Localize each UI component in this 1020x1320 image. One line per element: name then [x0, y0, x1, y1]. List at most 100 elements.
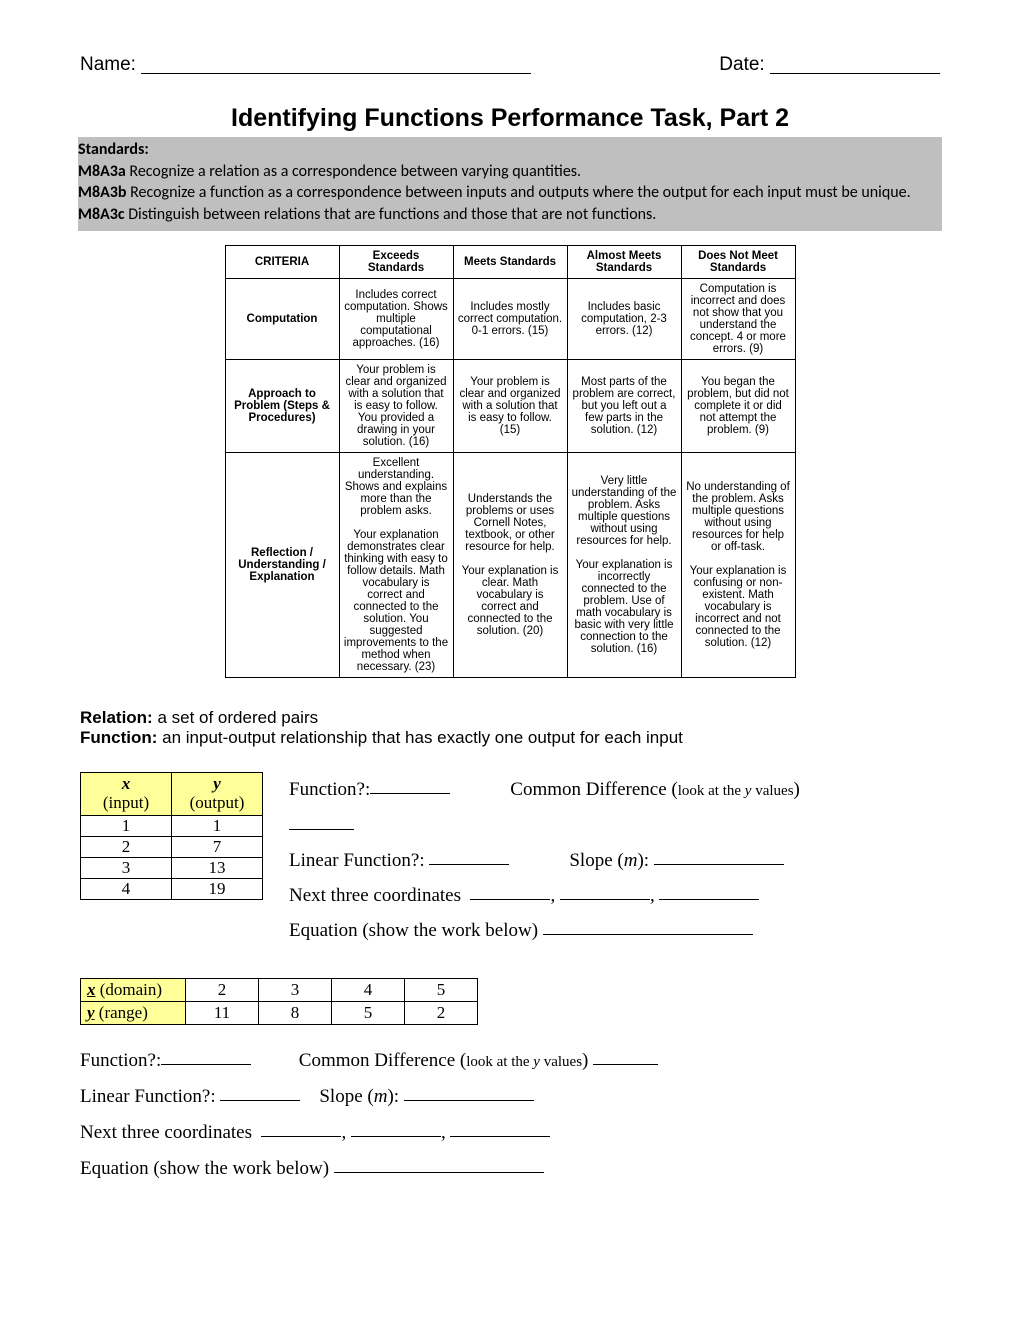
blank[interactable]: [654, 847, 784, 865]
label: Next three coordinates: [80, 1122, 252, 1143]
standard-code: M8A3b: [78, 183, 126, 202]
date-blank[interactable]: [770, 54, 940, 74]
blank[interactable]: [450, 1119, 550, 1137]
rubric-cell: You began the problem, but did not compl…: [681, 360, 795, 453]
table-row: 11: [81, 815, 263, 836]
blank[interactable]: [289, 811, 354, 829]
m-italic: m: [374, 1086, 388, 1107]
name-field[interactable]: Name:: [80, 50, 531, 76]
y-header: y (range): [81, 1002, 186, 1025]
y-header: y(output): [172, 773, 263, 815]
rubric-header: Meets Standards: [453, 246, 567, 279]
y-italic: y: [533, 1054, 540, 1070]
q-linear: Linear Function?:: [289, 843, 509, 878]
standards-box: Standards: M8A3a Recognize a relation as…: [78, 137, 942, 231]
x-header: x(input): [81, 773, 172, 815]
name-blank[interactable]: [141, 54, 531, 74]
blank[interactable]: [543, 917, 753, 935]
table-row: 27: [81, 836, 263, 857]
y-sub: (output): [190, 793, 245, 812]
row: Function?: Common Difference (look at th…: [80, 1043, 940, 1079]
definition-item: Function: an input-output relationship t…: [80, 728, 940, 748]
blank[interactable]: [593, 1047, 658, 1065]
cell: 3: [81, 857, 172, 878]
rubric-cell: Your problem is clear and organized with…: [339, 360, 453, 453]
label: Common Difference (: [299, 1050, 466, 1071]
standard-code: M8A3a: [78, 162, 126, 181]
name-label: Name:: [80, 54, 136, 75]
rubric-cell: Excellent understanding. Shows and expla…: [339, 453, 453, 678]
standard-text: Distinguish between relations that are f…: [125, 205, 657, 224]
blank[interactable]: [429, 847, 509, 865]
rubric-criteria: Computation: [225, 279, 339, 360]
blank[interactable]: [404, 1083, 534, 1101]
rubric-row: Approach to Problem (Steps & Procedures)…: [225, 360, 795, 453]
rubric-cell: Includes mostly correct computation. 0-1…: [453, 279, 567, 360]
rubric-header: Almost Meets Standards: [567, 246, 681, 279]
rubric-cell: Most parts of the problem are correct, b…: [567, 360, 681, 453]
table-row: 313: [81, 857, 263, 878]
standard-item: M8A3b Recognize a function as a correspo…: [78, 182, 942, 204]
standard-code: M8A3c: [78, 205, 125, 224]
blank[interactable]: [370, 776, 450, 794]
cell: 4: [81, 878, 172, 899]
label: ): [794, 779, 800, 800]
m-italic: m: [624, 850, 638, 871]
definition-text: an input-output relationship that has ex…: [157, 728, 682, 747]
rubric-row: Computation Includes correct computation…: [225, 279, 795, 360]
question-block-1: Function?: Common Difference (look at th…: [289, 772, 940, 948]
q-function: Function?:: [289, 772, 450, 807]
q-next-three: Next three coordinates , ,: [289, 878, 940, 913]
cell: 2: [81, 836, 172, 857]
table-row: 419: [81, 878, 263, 899]
standards-heading: Standards:: [78, 139, 942, 161]
blank[interactable]: [334, 1155, 544, 1173]
x-var: x: [122, 774, 131, 793]
blank[interactable]: [470, 882, 550, 900]
definitions: Relation: a set of ordered pairs Functio…: [80, 708, 940, 748]
rubric-cell: Your problem is clear and organized with…: [453, 360, 567, 453]
label: Common Difference (: [510, 779, 677, 800]
rubric-cell: Computation is incorrect and does not sh…: [681, 279, 795, 360]
blank[interactable]: [560, 882, 650, 900]
cell: 4: [332, 979, 405, 1002]
standard-text: Recognize a relation as a correspondence…: [126, 162, 581, 181]
rubric-criteria: Approach to Problem (Steps & Procedures): [225, 360, 339, 453]
blank[interactable]: [161, 1047, 251, 1065]
x-label: (domain): [96, 980, 163, 999]
header-row: Name: Date:: [80, 50, 940, 76]
label: Function?:: [80, 1050, 161, 1071]
y-var: y: [213, 774, 221, 793]
y-label: (range): [95, 1003, 148, 1022]
question-block-2: Function?: Common Difference (look at th…: [80, 1043, 940, 1187]
blank[interactable]: [659, 882, 759, 900]
rubric-cell: Includes basic computation, 2-3 errors. …: [567, 279, 681, 360]
q-common-diff: Common Difference (look at the y values): [510, 772, 800, 807]
q-linear: Linear Function?:: [80, 1086, 300, 1107]
date-field[interactable]: Date:: [719, 50, 940, 76]
blank[interactable]: [220, 1083, 300, 1101]
blank[interactable]: [261, 1119, 341, 1137]
blank[interactable]: [351, 1119, 441, 1137]
y-var: y: [87, 1003, 95, 1022]
rubric-cell: Includes correct computation. Shows mult…: [339, 279, 453, 360]
label: Next three coordinates: [289, 885, 461, 906]
page-title: Identifying Functions Performance Task, …: [80, 104, 940, 133]
standard-item: M8A3c Distinguish between relations that…: [78, 204, 942, 226]
rubric-header: CRITERIA: [225, 246, 339, 279]
rubric-cell: Understands the problems or uses Cornell…: [453, 453, 567, 678]
label: Equation (show the work below): [289, 920, 538, 941]
y-row: y (range) 11 8 5 2: [81, 1002, 478, 1025]
x-var: x: [87, 980, 96, 999]
rubric-cell: Very little understanding of the problem…: [567, 453, 681, 678]
q-common-diff: Common Difference (look at the y values): [299, 1050, 658, 1071]
label: Linear Function?:: [289, 850, 425, 871]
definition-item: Relation: a set of ordered pairs: [80, 708, 940, 728]
cell: 1: [172, 815, 263, 836]
rubric-header: Does Not Meet Standards: [681, 246, 795, 279]
label: Slope (: [569, 850, 623, 871]
label-small: look at the: [678, 783, 745, 799]
cell: 5: [405, 979, 478, 1002]
date-label: Date:: [719, 54, 764, 75]
x-header: x (domain): [81, 979, 186, 1002]
